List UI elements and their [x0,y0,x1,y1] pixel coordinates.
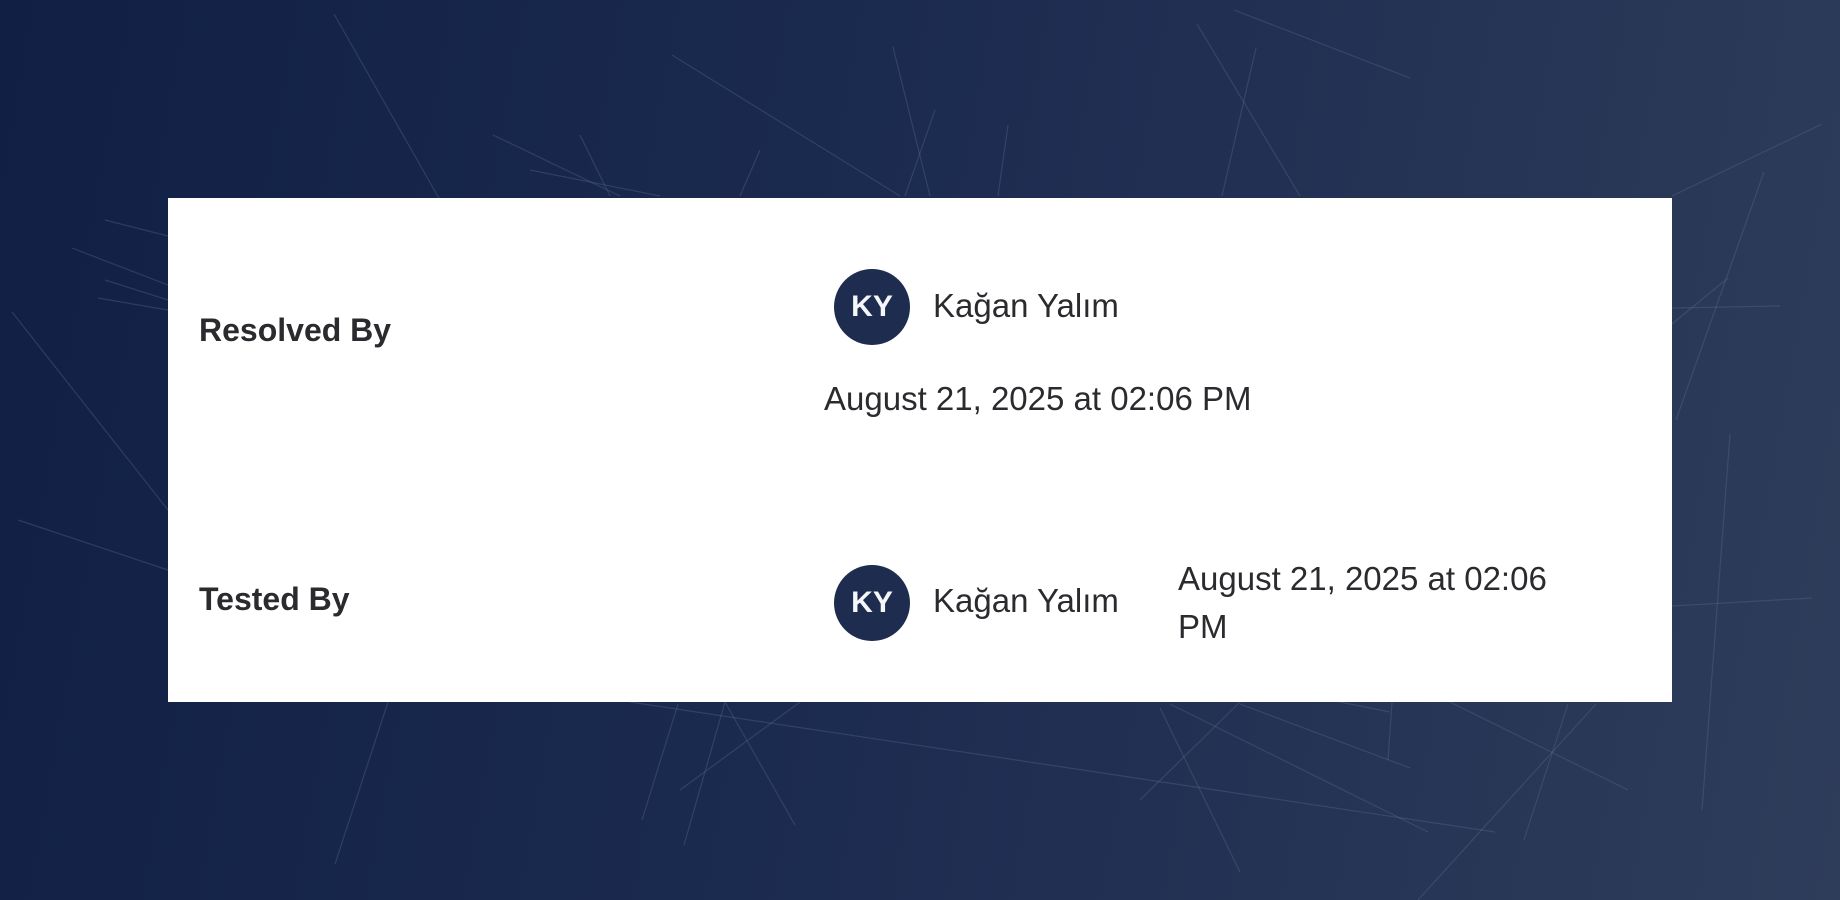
tested-at-timestamp: August 21, 2025 at 02:06 PM [1178,560,1547,645]
tested-by-user-name: Kağan Yalım [933,582,1119,619]
tested-by-avatar: KY [834,565,910,641]
resolved-by-user-name: Kağan Yalım [933,287,1119,324]
tested-by-label: Tested By [199,581,350,617]
resolved-at-timestamp: August 21, 2025 at 02:06 PM [824,380,1252,417]
resolved-by-label: Resolved By [199,312,392,348]
details-card: Resolved By KY Kağan Yalım August 21, 20… [168,198,1672,702]
resolved-by-avatar: KY [834,269,910,345]
